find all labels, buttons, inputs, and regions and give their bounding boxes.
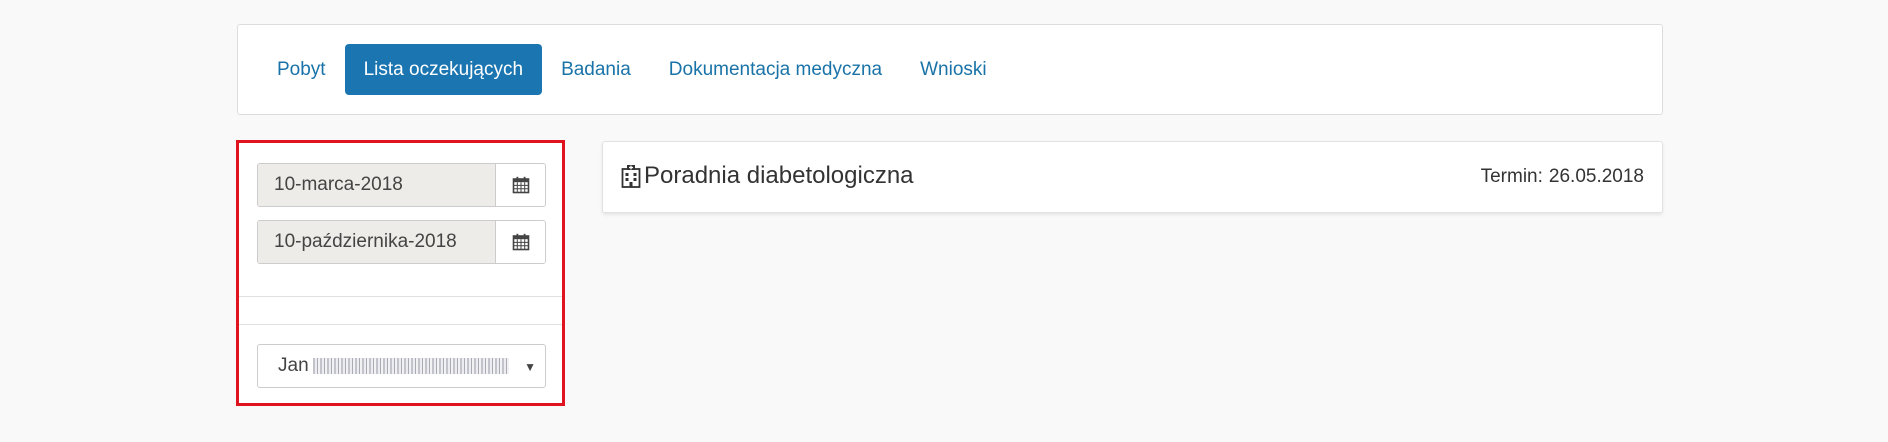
term-date: 26.05.2018 (1548, 166, 1644, 187)
tab-lista-oczekujacych[interactable]: Lista oczekujących (344, 44, 543, 95)
hospital-icon (621, 165, 641, 188)
tab-dokumentacja-medyczna[interactable]: Dokumentacja medyczna (650, 44, 901, 95)
clinic-title: Poradnia diabetologiczna (621, 162, 914, 190)
filter-panel: Jan ▼ (236, 140, 565, 406)
date-from-calendar-button[interactable] (496, 164, 545, 206)
clinic-name: Poradnia diabetologiczna (644, 162, 914, 189)
main-nav-panel: Pobyt Lista oczekujących Badania Dokumen… (237, 24, 1663, 115)
divider (239, 296, 562, 297)
date-to-input[interactable] (258, 221, 496, 263)
tab-pobyt[interactable]: Pobyt (258, 44, 345, 95)
date-to-calendar-button[interactable] (496, 221, 545, 263)
date-from-input[interactable] (258, 164, 496, 206)
patient-select[interactable]: Jan ▼ (257, 344, 546, 388)
date-from-group (257, 163, 546, 207)
calendar-icon (512, 176, 529, 194)
calendar-icon (512, 233, 529, 251)
tab-wnioski[interactable]: Wnioski (901, 44, 1006, 95)
appointment-term: Termin: 26.05.2018 (1481, 166, 1644, 188)
redacted-surname (312, 358, 509, 374)
tab-badania[interactable]: Badania (542, 44, 650, 95)
clinic-card: Poradnia diabetologiczna Termin: 26.05.2… (602, 141, 1663, 213)
patient-first-name: Jan (278, 355, 309, 376)
nav-tabs: Pobyt Lista oczekujących Badania Dokumen… (238, 44, 1006, 95)
term-label: Termin: (1480, 166, 1543, 187)
caret-down-icon: ▼ (524, 360, 536, 374)
divider (239, 324, 562, 325)
date-to-group (257, 220, 546, 264)
